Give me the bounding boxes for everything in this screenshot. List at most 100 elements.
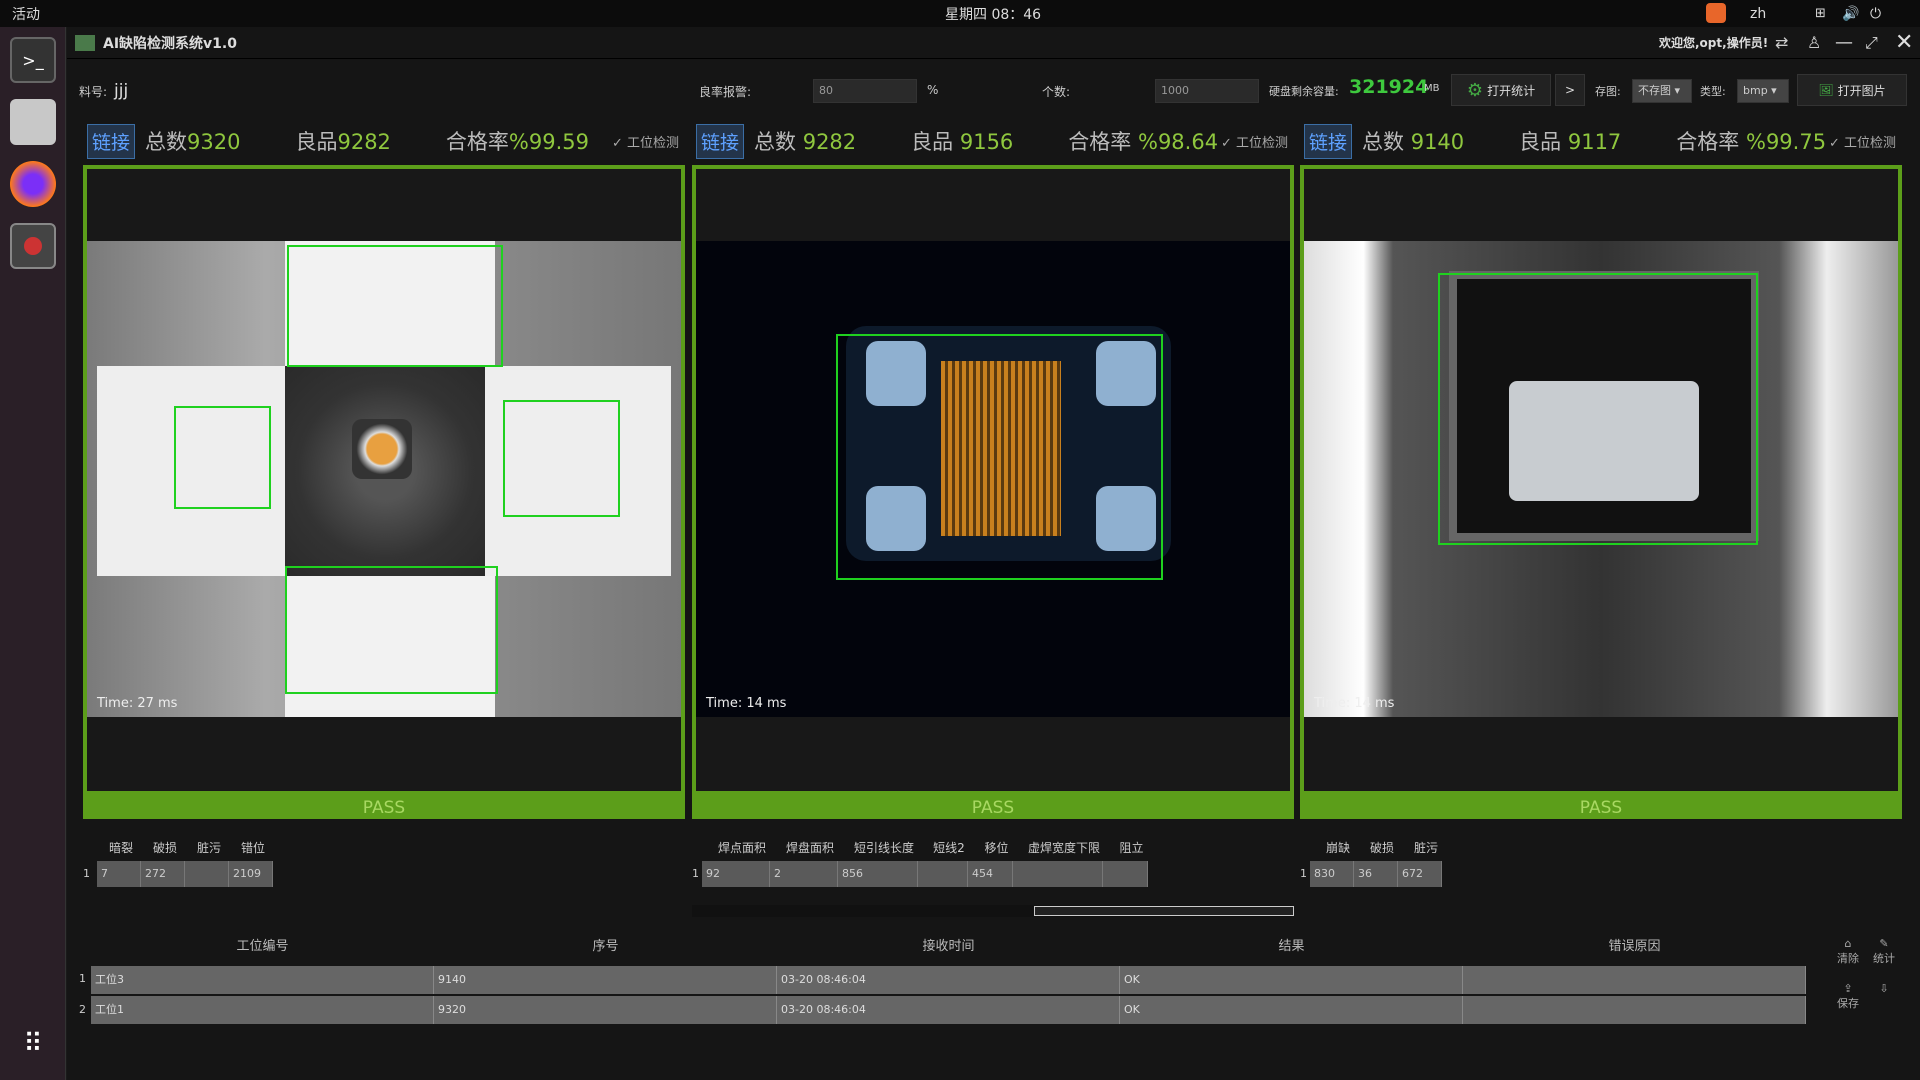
table-cell: 9320: [434, 996, 777, 1024]
detection-box: [287, 245, 503, 367]
column-header[interactable]: 接收时间: [777, 930, 1120, 964]
column-header: 焊点面积: [717, 841, 766, 855]
station-check-toggle[interactable]: ✓ 工位检测: [612, 132, 679, 151]
volume-icon[interactable]: 🔊: [1842, 6, 1859, 22]
station-header: 链接 总数 9140 良品 9117 合格率 %99.75 ✓ 工位检测: [1300, 119, 1902, 163]
files-icon[interactable]: [10, 99, 56, 145]
language-selector[interactable]: zh: [1750, 6, 1766, 22]
power-icon[interactable]: ⏻: [1870, 6, 1881, 22]
firefox-icon[interactable]: [10, 161, 56, 207]
switch-user-icon[interactable]: ⇄: [1775, 33, 1788, 52]
feature-table-header: 暗裂 破损 脏污 错位: [99, 839, 275, 856]
toolbar: 料号: jjj 良率报警: 80 % 个数: 1000 硬盘剩余容量: 3219…: [67, 71, 1920, 111]
station-header: 链接 总数 9282 良品 9156 合格率 %98.64 ✓ 工位检测: [692, 119, 1294, 163]
column-header: 移位: [984, 841, 1009, 855]
row-index: 2: [79, 1003, 86, 1016]
table-cell: 工位3: [91, 966, 434, 994]
stats-label: 统计: [1873, 952, 1895, 965]
detection-box: [1438, 273, 1758, 545]
column-header: 焊盘面积: [785, 841, 834, 855]
process-time: Time: 14 ms: [706, 696, 787, 711]
system-topbar: 活动 星期四 08：46 zh ⊞ 🔊 ⏻: [0, 0, 1920, 27]
open-image-button[interactable]: 🖼 打开图片: [1797, 74, 1907, 106]
good-count: 良品 9117: [1519, 130, 1622, 154]
table-cell: [185, 861, 229, 887]
total-count: 总数 9282: [754, 130, 857, 154]
edit-icon: ✎: [1879, 937, 1889, 950]
table-row[interactable]: 7 272 2109: [97, 861, 273, 887]
camera-viewer[interactable]: Time: 14 ms: [1300, 165, 1902, 795]
camera-viewer[interactable]: Time: 14 ms: [692, 165, 1294, 795]
row-index: 1: [79, 972, 86, 985]
detection-box: [174, 406, 271, 509]
good-count: 良品 9156: [911, 130, 1014, 154]
camera-viewer[interactable]: Time: 27 ms: [83, 165, 685, 795]
open-stats-label: 打开统计: [1487, 83, 1536, 98]
save-image-label: 存图:: [1595, 85, 1621, 98]
scrollbar-thumb[interactable]: [1034, 906, 1294, 916]
column-header[interactable]: 工位编号: [91, 930, 434, 964]
app-indicator-icon[interactable]: [1706, 3, 1726, 23]
link-button[interactable]: 链接: [1304, 123, 1353, 159]
result-status: PASS: [83, 795, 685, 819]
app-title: AI缺陷检测系统v1.0: [103, 35, 237, 52]
fullscreen-icon[interactable]: ⤢: [1865, 33, 1878, 53]
close-icon[interactable]: ✕: [1895, 30, 1913, 55]
table-row[interactable]: 工位3 9140 03-20 08:46:04 OK: [91, 966, 1806, 994]
table-cell: 2: [770, 861, 838, 887]
app-window-icon[interactable]: [10, 223, 56, 269]
clear-icon: ⌂: [1844, 937, 1852, 950]
column-header[interactable]: 错误原因: [1463, 930, 1806, 964]
image-type-value: bmp: [1743, 84, 1768, 97]
open-stats-button[interactable]: ⚙ 打开统计: [1451, 74, 1551, 106]
download-button[interactable]: ⇩: [1869, 982, 1899, 995]
table-cell: 454: [968, 861, 1013, 887]
table-cell: 92: [702, 861, 770, 887]
save-image-select[interactable]: 不存图 ▾: [1632, 79, 1692, 103]
inspection-image: Time: 27 ms: [87, 241, 681, 717]
expand-button[interactable]: >: [1555, 74, 1585, 106]
column-header: 短引线长度: [853, 841, 914, 855]
column-header: 破损: [152, 841, 177, 855]
table-cell: 830: [1310, 861, 1354, 887]
part-number-value[interactable]: jjj: [114, 81, 128, 101]
station-check-toggle[interactable]: ✓ 工位检测: [1221, 132, 1288, 151]
application-window: AI缺陷检测系统v1.0 欢迎您,opt,操作员! ⇄ ♙ — ⤢ ✕ 料号: …: [67, 27, 1920, 1080]
minimize-icon[interactable]: —: [1835, 32, 1853, 53]
column-header: 脏污: [1413, 841, 1438, 855]
station-check-toggle[interactable]: ✓ 工位检测: [1829, 132, 1896, 151]
table-row[interactable]: 92 2 856 454: [702, 861, 1148, 887]
column-header[interactable]: 序号: [434, 930, 777, 964]
system-clock[interactable]: 星期四 08：46: [945, 4, 1041, 24]
terminal-icon[interactable]: >_: [10, 37, 56, 83]
table-row[interactable]: 830 36 672: [1310, 861, 1442, 887]
table-cell: [1103, 861, 1148, 887]
network-icon[interactable]: ⊞: [1815, 6, 1826, 21]
column-header[interactable]: 结果: [1120, 930, 1463, 964]
column-header: 阻立: [1119, 841, 1144, 855]
column-header: 暗裂: [108, 841, 133, 855]
link-button[interactable]: 链接: [87, 123, 136, 159]
yield-alarm-input[interactable]: 80: [813, 79, 917, 103]
count-input[interactable]: 1000: [1155, 79, 1259, 103]
table-row[interactable]: 工位1 9320 03-20 08:46:04 OK: [91, 996, 1806, 1024]
activities-button[interactable]: 活动: [12, 4, 40, 24]
link-button[interactable]: 链接: [696, 123, 745, 159]
disk-space-unit: MB: [1424, 83, 1440, 94]
feature-table-header: 焊点面积 焊盘面积 短引线长度 短线2 移位 虚焊宽度下限 阻立: [708, 839, 1154, 856]
result-status: PASS: [692, 795, 1294, 819]
table-cell: 856: [838, 861, 918, 887]
column-header: 脏污: [196, 841, 221, 855]
detection-box: [503, 400, 620, 517]
part-number-label: 料号:: [79, 85, 108, 99]
user-icon[interactable]: ♙: [1807, 33, 1821, 52]
image-type-select[interactable]: bmp ▾: [1737, 79, 1789, 103]
station-panel-1: 链接 总数9320 良品9282 合格率%99.59 ✓ 工位检测 Time: …: [83, 119, 685, 819]
stats-button[interactable]: ✎ 统计: [1869, 937, 1899, 966]
show-apps-icon[interactable]: ⠿: [10, 1021, 56, 1067]
image-type-label: 类型:: [1700, 85, 1726, 98]
app-titlebar: AI缺陷检测系统v1.0 欢迎您,opt,操作员! ⇄ ♙ — ⤢ ✕: [67, 27, 1920, 59]
horizontal-scrollbar[interactable]: [692, 905, 1294, 917]
clear-button[interactable]: ⌂ 清除: [1833, 937, 1863, 966]
export-button[interactable]: ⇪ 保存: [1833, 982, 1863, 1011]
